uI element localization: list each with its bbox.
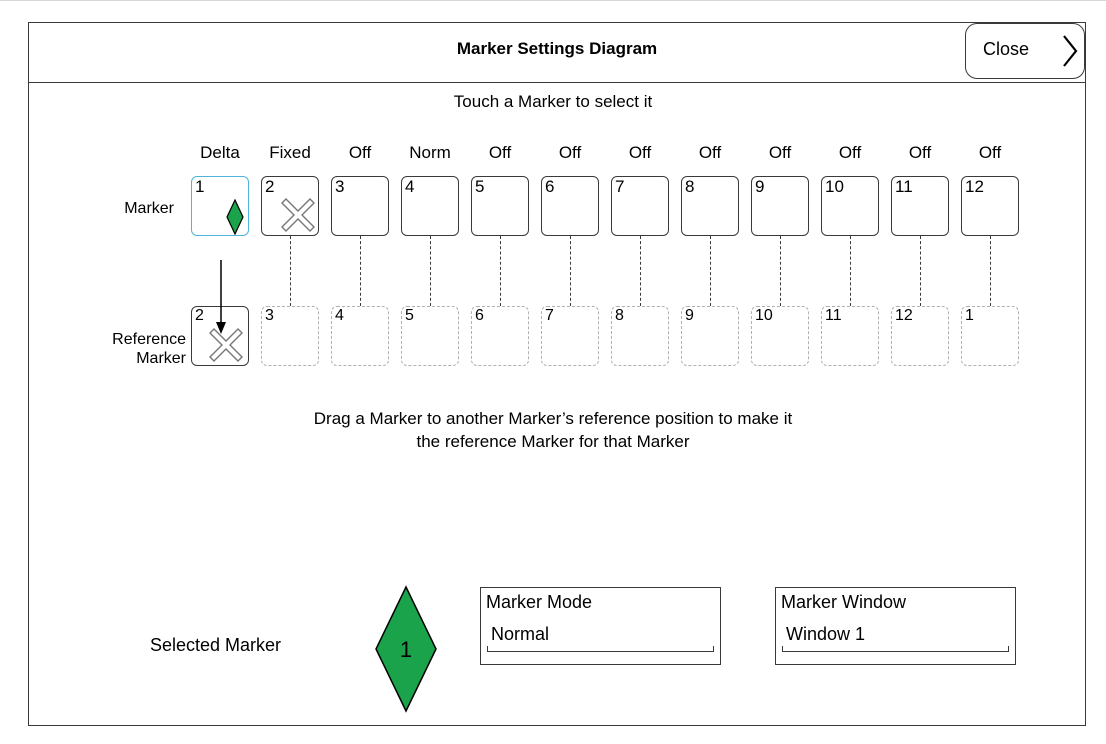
marker-button-3[interactable]: 3 xyxy=(331,176,389,236)
reference-number: 6 xyxy=(475,307,484,324)
reference-number: 10 xyxy=(755,307,773,324)
green-diamond-icon xyxy=(226,198,244,240)
reference-link-line xyxy=(920,236,921,306)
reference-slot-4[interactable]: 5 xyxy=(401,306,459,366)
marker-button-1[interactable]: 1 xyxy=(191,176,249,236)
reference-number: 1 xyxy=(965,307,974,324)
reference-link-line xyxy=(430,236,431,306)
reference-number: 8 xyxy=(615,307,624,324)
reference-slot-8[interactable]: 9 xyxy=(681,306,739,366)
reference-slot-3[interactable]: 4 xyxy=(331,306,389,366)
marker-state-label: Off xyxy=(348,143,372,162)
reference-link-line xyxy=(640,236,641,306)
marker-mode-underline xyxy=(487,646,714,652)
close-button-label: Close xyxy=(983,39,1030,59)
marker-number: 9 xyxy=(755,177,765,196)
close-button[interactable]: Close xyxy=(965,23,1085,79)
marker-state-label: Off xyxy=(628,143,652,162)
marker-state-label: Off xyxy=(698,143,722,162)
marker-button-12[interactable]: 12 xyxy=(961,176,1019,236)
selected-marker-label: Selected Marker xyxy=(150,635,282,655)
marker-number: 3 xyxy=(335,177,345,196)
marker-number: 4 xyxy=(405,177,415,196)
marker-number: 2 xyxy=(265,177,275,196)
reference-slot-2[interactable]: 3 xyxy=(261,306,319,366)
reference-slot-11[interactable]: 12 xyxy=(891,306,949,366)
reference-slot-10[interactable]: 11 xyxy=(821,306,879,366)
select-instruction: Touch a Marker to select it xyxy=(453,92,653,111)
marker-state-label: Off xyxy=(978,143,1002,162)
reference-link-line xyxy=(570,236,571,306)
reference-slot-9[interactable]: 10 xyxy=(751,306,809,366)
reference-number: 4 xyxy=(335,307,344,324)
top-rule xyxy=(0,0,1106,1)
chevron-right-icon xyxy=(1063,35,1078,67)
marker-mode-value: Normal xyxy=(491,624,550,644)
marker-button-8[interactable]: 8 xyxy=(681,176,739,236)
marker-button-10[interactable]: 10 xyxy=(821,176,879,236)
page-title: Marker Settings Diagram xyxy=(456,39,658,58)
marker-state-label: Delta xyxy=(200,143,240,162)
marker-button-9[interactable]: 9 xyxy=(751,176,809,236)
drag-instruction-line2: the reference Marker for that Marker xyxy=(416,432,690,451)
marker-state-label: Fixed xyxy=(269,143,311,162)
selected-marker-number: 1 xyxy=(399,637,413,662)
reference-number: 5 xyxy=(405,307,414,324)
reference-number: 7 xyxy=(545,307,554,324)
marker-number: 8 xyxy=(685,177,695,196)
marker-number: 7 xyxy=(615,177,625,196)
reference-slot-12[interactable]: 1 xyxy=(961,306,1019,366)
marker-state-label: Off xyxy=(558,143,582,162)
marker-number: 12 xyxy=(965,177,984,196)
selected-marker-diamond-icon: 1 xyxy=(374,585,438,713)
marker-state-label: Off xyxy=(908,143,932,162)
marker-number: 1 xyxy=(195,177,205,196)
panel-header: Marker Settings Diagram Close xyxy=(29,23,1085,83)
marker-button-5[interactable]: 5 xyxy=(471,176,529,236)
reference-number: 12 xyxy=(895,307,913,324)
reference-slot-7[interactable]: 8 xyxy=(611,306,669,366)
x-mark-icon xyxy=(280,197,316,238)
reference-link-line xyxy=(710,236,711,306)
reference-link-line xyxy=(850,236,851,306)
marker-window-value: Window 1 xyxy=(786,624,866,644)
reference-slot-5[interactable]: 6 xyxy=(471,306,529,366)
marker-window-underline xyxy=(782,646,1009,652)
marker-mode-label: Marker Mode xyxy=(486,592,593,612)
reference-number: 2 xyxy=(195,307,204,324)
marker-state-label: Norm xyxy=(409,143,451,162)
marker-state-label: Off xyxy=(488,143,512,162)
reference-row-label-line2: Marker xyxy=(136,350,186,367)
marker-button-6[interactable]: 6 xyxy=(541,176,599,236)
reference-slot-1[interactable]: 2 xyxy=(191,306,249,366)
marker-button-2[interactable]: 2 xyxy=(261,176,319,236)
marker-row-label: Marker xyxy=(124,200,174,217)
reference-link-line xyxy=(360,236,361,306)
drag-instruction: Drag a Marker to another Marker’s refere… xyxy=(0,407,1106,453)
marker-state-label: Off xyxy=(838,143,862,162)
reference-number: 11 xyxy=(825,307,842,324)
reference-link-line xyxy=(780,236,781,306)
marker-number: 5 xyxy=(475,177,485,196)
x-mark-icon xyxy=(208,327,244,368)
reference-row-label-line1: Reference xyxy=(112,331,186,348)
marker-number: 11 xyxy=(895,177,913,196)
reference-row-label: Reference Marker xyxy=(80,330,186,368)
marker-window-field[interactable]: Marker Window Window 1 xyxy=(775,587,1016,665)
marker-button-11[interactable]: 11 xyxy=(891,176,949,236)
reference-slot-6[interactable]: 7 xyxy=(541,306,599,366)
marker-window-label: Marker Window xyxy=(781,592,907,612)
reference-number: 9 xyxy=(685,307,694,324)
drag-instruction-line1: Drag a Marker to another Marker’s refere… xyxy=(313,409,793,428)
marker-button-7[interactable]: 7 xyxy=(611,176,669,236)
marker-button-4[interactable]: 4 xyxy=(401,176,459,236)
reference-link-line xyxy=(500,236,501,306)
marker-mode-field[interactable]: Marker Mode Normal xyxy=(480,587,721,665)
marker-number: 6 xyxy=(545,177,555,196)
marker-number: 10 xyxy=(825,177,844,196)
reference-link-line xyxy=(290,236,291,306)
marker-state-label: Off xyxy=(768,143,792,162)
reference-number: 3 xyxy=(265,307,274,324)
reference-link-line xyxy=(990,236,991,306)
